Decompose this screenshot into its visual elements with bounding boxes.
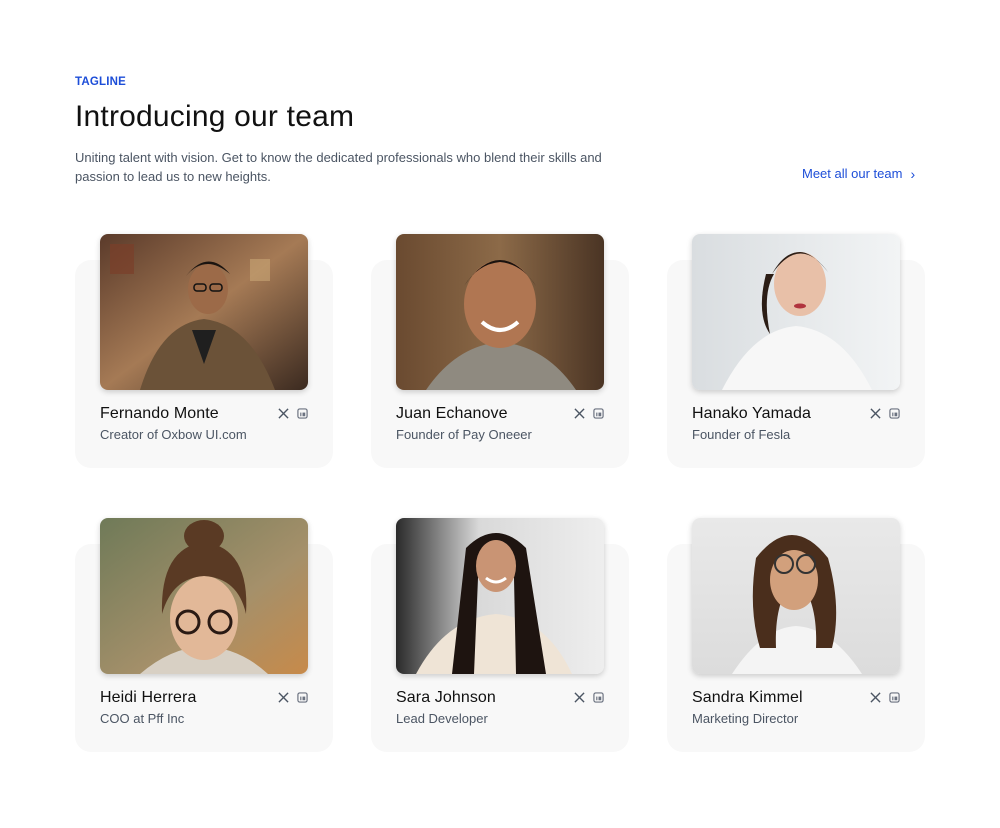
meet-all-team-label: Meet all our team xyxy=(802,166,903,181)
member-photo xyxy=(692,234,900,390)
member-photo xyxy=(692,518,900,674)
member-role: Lead Developer xyxy=(396,711,488,726)
member-role: Founder of Fesla xyxy=(692,427,791,442)
x-icon[interactable] xyxy=(574,692,585,703)
member-photo xyxy=(396,518,604,674)
member-photo xyxy=(100,518,308,674)
member-name: Sara Johnson xyxy=(396,689,496,706)
social-links xyxy=(870,408,900,419)
page-subtitle: Uniting talent with vision. Get to know … xyxy=(75,150,602,184)
linkedin-icon[interactable] xyxy=(889,692,900,703)
chevron-right-icon: › xyxy=(910,165,916,182)
social-links xyxy=(574,408,604,419)
linkedin-icon[interactable] xyxy=(593,692,604,703)
x-icon[interactable] xyxy=(574,408,585,419)
member-name: Heidi Herrera xyxy=(100,689,197,706)
x-icon[interactable] xyxy=(870,692,881,703)
member-role: Creator of Oxbow UI.com xyxy=(100,427,247,442)
member-name: Hanako Yamada xyxy=(692,405,812,422)
social-links xyxy=(278,408,308,419)
social-links xyxy=(278,692,308,703)
tagline: TAGLINE xyxy=(75,76,127,88)
member-role: Marketing Director xyxy=(692,711,799,726)
member-name: Fernando Monte xyxy=(100,405,219,422)
x-icon[interactable] xyxy=(278,692,289,703)
member-photo xyxy=(100,234,308,390)
member-name: Sandra Kimmel xyxy=(692,689,803,706)
member-photo xyxy=(396,234,604,390)
social-links xyxy=(870,692,900,703)
linkedin-icon[interactable] xyxy=(297,408,308,419)
x-icon[interactable] xyxy=(278,408,289,419)
linkedin-icon[interactable] xyxy=(297,692,308,703)
page-title: Introducing our team xyxy=(75,100,355,133)
x-icon[interactable] xyxy=(870,408,881,419)
social-links xyxy=(574,692,604,703)
linkedin-icon[interactable] xyxy=(889,408,900,419)
meet-all-team-link[interactable]: Meet all our team › xyxy=(802,166,915,181)
linkedin-icon[interactable] xyxy=(593,408,604,419)
member-role: COO at Pff Inc xyxy=(100,711,185,726)
member-name: Juan Echanove xyxy=(396,405,508,422)
member-role: Founder of Pay Oneeer xyxy=(396,427,532,442)
